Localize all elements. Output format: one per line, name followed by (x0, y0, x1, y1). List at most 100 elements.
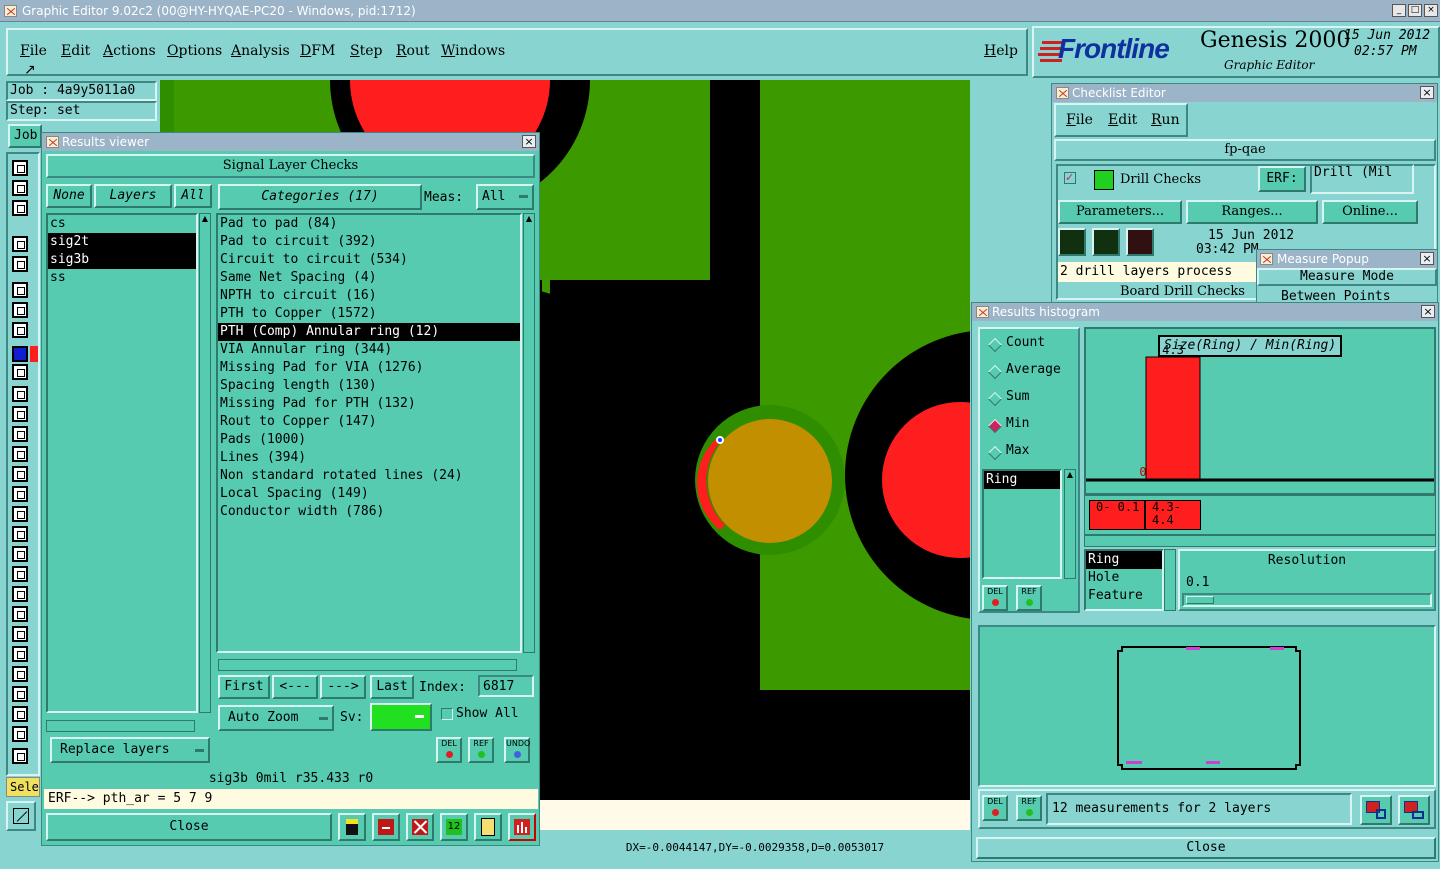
list-item[interactable]: Non standard rotated lines (24) (218, 467, 520, 485)
number-icon[interactable]: 12 (440, 813, 468, 841)
ranges-button[interactable]: Ranges... (1186, 200, 1318, 224)
layer-toggle-icon[interactable] (12, 486, 28, 502)
close-icon[interactable]: × (1424, 4, 1438, 17)
histogram-hscroll[interactable] (1084, 535, 1436, 547)
layer-toggle-icon[interactable] (12, 706, 28, 722)
histogram-close-icon[interactable]: × (1421, 305, 1435, 318)
list-item[interactable]: Circuit to circuit (534) (218, 251, 520, 269)
categories-hscroll[interactable] (218, 659, 517, 671)
menu-analysis[interactable]: Analysis (231, 43, 290, 59)
notes-icon[interactable] (474, 813, 502, 841)
select-button[interactable]: Sele (6, 777, 40, 797)
list-item[interactable]: NPTH to circuit (16) (218, 287, 520, 305)
layer-toggle-icon[interactable] (12, 726, 28, 742)
list-item[interactable]: VIA Annular ring (344) (218, 341, 520, 359)
layer-toggle-icon[interactable] (12, 566, 28, 582)
color-swatch-icon[interactable] (30, 346, 38, 362)
layer-toggle-icon[interactable] (12, 282, 28, 298)
histogram-icon[interactable] (508, 813, 536, 841)
layer-toggle-icon[interactable] (12, 666, 28, 682)
type-list-vscroll[interactable] (1164, 549, 1176, 611)
layer-toggle-icon[interactable] (12, 426, 28, 442)
stat-list-vscroll[interactable]: ▲ (1064, 469, 1076, 579)
list-item[interactable]: Feature (1086, 587, 1162, 605)
erf-value[interactable]: Drill (Mil (1310, 164, 1414, 194)
menu-options[interactable]: Options (167, 43, 222, 59)
layer-toggle-icon[interactable] (12, 686, 28, 702)
report-icon[interactable] (372, 813, 400, 841)
stat-field-list[interactable]: Ring (982, 469, 1062, 579)
show-all-checkbox[interactable] (441, 708, 453, 720)
menu-dfm[interactable]: DFM (300, 43, 335, 59)
last-button[interactable]: Last (370, 675, 414, 699)
layers-list[interactable]: cs sig2t sig3b ss (46, 213, 198, 713)
list-item[interactable]: sig3b (48, 251, 196, 269)
layer-toggle-icon[interactable] (12, 364, 28, 380)
index-input[interactable] (478, 675, 534, 697)
menu-windows[interactable]: Windows (441, 43, 505, 59)
checklist-menu-run[interactable]: Run (1151, 112, 1180, 128)
list-item[interactable]: PTH (Comp) Annular ring (12) (218, 323, 520, 341)
list-item[interactable]: Pads (1000) (218, 431, 520, 449)
menu-step[interactable]: Step (350, 43, 382, 59)
categories-button[interactable]: Categories (17) (218, 184, 422, 210)
list-item[interactable]: Spacing length (130) (218, 377, 520, 395)
zoom-layer-icon[interactable] (1360, 795, 1392, 825)
highlight-icon[interactable] (338, 813, 366, 841)
categories-vscroll[interactable]: ▲ (523, 213, 535, 653)
layer-toggle-icon[interactable] (12, 466, 28, 482)
histogram-del-button[interactable]: DEL (982, 585, 1008, 611)
list-item[interactable]: Missing Pad for PTH (132) (218, 395, 520, 413)
footer-del-button[interactable]: DEL (982, 795, 1008, 821)
prev-button[interactable]: <--- (272, 675, 318, 699)
layer-toggle-icon[interactable] (12, 748, 28, 764)
list-item[interactable]: PTH to Copper (1572) (218, 305, 520, 323)
list-item[interactable]: Local Spacing (149) (218, 485, 520, 503)
parameters-button[interactable]: Parameters... (1058, 200, 1182, 224)
layer-toggle-icon[interactable] (12, 200, 28, 216)
layer-toggle-icon[interactable] (12, 586, 28, 602)
del-button[interactable]: DEL (436, 737, 462, 763)
list-item[interactable]: ss (48, 269, 196, 287)
layer-toggle-icon[interactable] (12, 406, 28, 422)
layer-toggle-icon[interactable] (12, 646, 28, 662)
run-stop-icon[interactable] (1126, 228, 1154, 256)
list-item[interactable]: cs (48, 215, 196, 233)
board-preview[interactable] (978, 625, 1436, 787)
all-layers-button[interactable]: All (174, 184, 212, 208)
list-item[interactable]: Same Net Spacing (4) (218, 269, 520, 287)
histogram-bar[interactable] (1145, 356, 1201, 480)
footer-ref-button[interactable]: REF (1016, 795, 1042, 821)
menu-edit[interactable]: Edit (61, 43, 90, 59)
resolution-slider[interactable] (1182, 593, 1432, 607)
layer-toggle-icon[interactable] (12, 386, 28, 402)
layer-toggle-icon[interactable] (12, 160, 28, 176)
layer-toggle-icon[interactable] (12, 446, 28, 462)
measure-popup-close-icon[interactable]: × (1420, 252, 1434, 265)
menu-help[interactable]: Help (984, 43, 1018, 59)
layer-toggle-icon[interactable] (12, 526, 28, 542)
run-all-icon[interactable] (1092, 228, 1120, 256)
ref-button[interactable]: REF (468, 737, 494, 763)
layers-hscroll[interactable] (46, 720, 195, 732)
meas-dropdown[interactable]: All (476, 184, 534, 210)
layer-toggle-icon[interactable] (12, 236, 28, 252)
resize-icon[interactable] (6, 801, 36, 831)
layer-toggle-icon[interactable] (12, 302, 28, 318)
list-item[interactable]: Hole (1086, 569, 1162, 587)
layer-toggle-icon[interactable] (12, 506, 28, 522)
list-item[interactable]: Pad to circuit (392) (218, 233, 520, 251)
undo-button[interactable]: UNDO (504, 737, 530, 763)
layer-toggle-icon[interactable] (12, 626, 28, 642)
slider-thumb[interactable] (1186, 596, 1214, 604)
type-list[interactable]: Ring Hole Feature (1084, 549, 1164, 611)
job-button[interactable]: Job (8, 124, 42, 148)
online-button[interactable]: Online... (1322, 200, 1418, 224)
bin-0[interactable]: 0- 0.1 (1089, 500, 1145, 530)
list-item[interactable]: Ring (1086, 551, 1162, 569)
list-item[interactable]: Lines (394) (218, 449, 520, 467)
replace-layers-dropdown[interactable]: Replace layers (50, 737, 210, 763)
list-item[interactable]: Conductor width (786) (218, 503, 520, 521)
list-item[interactable]: sig2t (48, 233, 196, 251)
next-button[interactable]: ---> (320, 675, 366, 699)
